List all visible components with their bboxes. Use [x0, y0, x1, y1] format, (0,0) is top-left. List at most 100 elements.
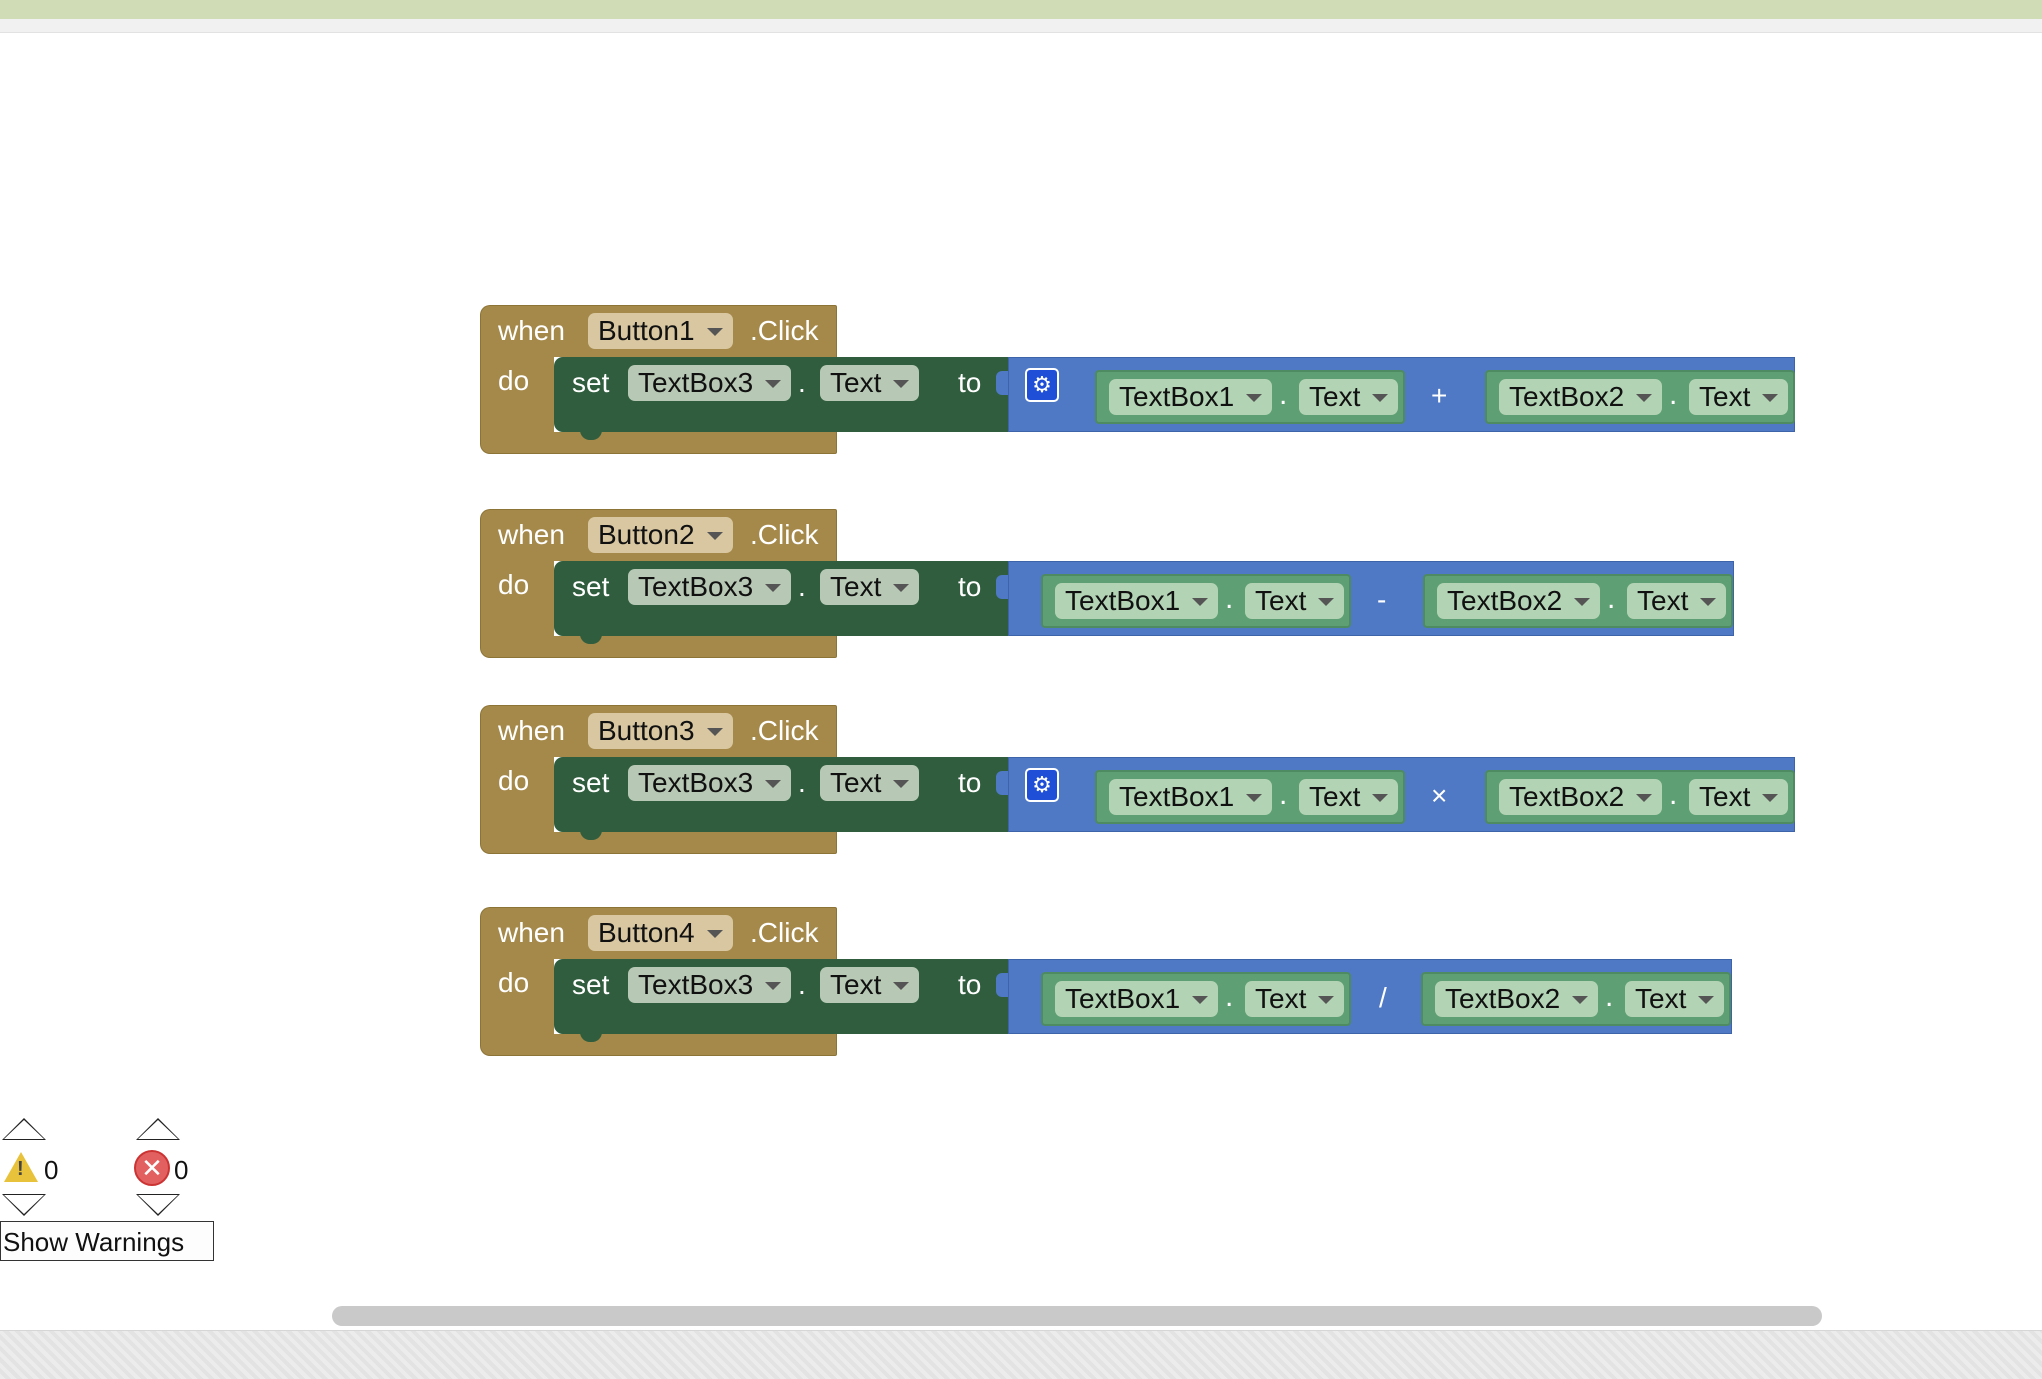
target-component-value: TextBox3: [638, 367, 754, 398]
property-dropdown[interactable]: Text: [1627, 583, 1727, 619]
button-dropdown-value: Button2: [598, 519, 695, 550]
component-dropdown[interactable]: TextBox1: [1055, 583, 1219, 619]
operator-symbol[interactable]: ×: [1431, 780, 1447, 812]
property-value: Text: [1255, 983, 1307, 1014]
component-getter-block[interactable]: TextBox2 . Text: [1485, 770, 1795, 824]
property-dropdown[interactable]: Text: [1245, 981, 1345, 1017]
component-dropdown[interactable]: TextBox1: [1109, 379, 1273, 415]
event-footer: [480, 432, 837, 454]
top-divider: [0, 19, 2042, 33]
component-getter-block[interactable]: TextBox1 . Text: [1041, 574, 1351, 628]
errors-next-arrow[interactable]: [136, 1194, 180, 1216]
set-label: set: [572, 767, 610, 798]
target-property-value: Text: [830, 367, 882, 398]
property-dropdown[interactable]: Text: [1299, 379, 1399, 415]
error-icon: ✕: [134, 1150, 170, 1186]
target-component-dropdown[interactable]: TextBox3: [628, 569, 792, 605]
gear-icon[interactable]: ⚙: [1025, 768, 1059, 802]
component-value: TextBox1: [1065, 585, 1181, 616]
errors-prev-arrow[interactable]: [136, 1118, 180, 1140]
target-component-dropdown[interactable]: TextBox3: [628, 967, 792, 1003]
set-block[interactable]: set TextBox3 . Text to: [554, 561, 1008, 644]
component-value: TextBox1: [1119, 381, 1235, 412]
property-value: Text: [1255, 585, 1307, 616]
component-dropdown[interactable]: TextBox2: [1499, 779, 1663, 815]
chevron-down-icon: [1636, 394, 1653, 402]
component-dropdown[interactable]: TextBox2: [1435, 981, 1599, 1017]
warning-icon: !: [4, 1152, 38, 1182]
target-component-dropdown[interactable]: TextBox3: [628, 365, 792, 401]
component-getter-block[interactable]: TextBox2 . Text: [1423, 574, 1733, 628]
set-block[interactable]: set TextBox3 . Text to: [554, 757, 1008, 840]
top-banner: [0, 0, 2042, 19]
chevron-down-icon: [1318, 996, 1335, 1004]
divide-operator-block[interactable]: TextBox1 . Text / TextBox2 . Text: [1008, 959, 1732, 1034]
when-label: when: [498, 315, 565, 346]
when-label: when: [498, 917, 565, 948]
component-dropdown[interactable]: TextBox2: [1437, 583, 1601, 619]
target-property-dropdown[interactable]: Text: [820, 765, 920, 801]
button-dropdown-value: Button1: [598, 315, 695, 346]
property-dropdown[interactable]: Text: [1245, 583, 1345, 619]
dot-separator: .: [1669, 778, 1678, 811]
target-property-dropdown[interactable]: Text: [820, 967, 920, 1003]
gear-icon[interactable]: ⚙: [1025, 368, 1059, 402]
chevron-down-icon: [1574, 598, 1591, 606]
chevron-down-icon: [893, 780, 910, 788]
do-label: do: [498, 365, 530, 396]
chevron-down-icon: [1762, 394, 1779, 402]
horizontal-scrollbar[interactable]: [332, 1306, 1822, 1326]
add-operator-block[interactable]: ⚙ TextBox1 . Text + TextBox2 . Text: [1008, 357, 1795, 432]
chevron-down-icon: [706, 532, 723, 540]
component-getter-block[interactable]: TextBox1 . Text: [1041, 972, 1351, 1026]
to-label: to: [958, 969, 982, 1000]
click-label: .Click: [750, 315, 819, 346]
target-property-value: Text: [830, 767, 882, 798]
property-value: Text: [1699, 781, 1751, 812]
target-property-value: Text: [830, 571, 882, 602]
dot-separator: .: [798, 367, 806, 398]
component-getter-block[interactable]: TextBox1 . Text: [1095, 770, 1405, 824]
component-dropdown[interactable]: TextBox1: [1109, 779, 1273, 815]
subtract-operator-block[interactable]: TextBox1 . Text - TextBox2 . Text: [1008, 561, 1734, 636]
target-property-dropdown[interactable]: Text: [820, 569, 920, 605]
button-dropdown[interactable]: Button3: [588, 713, 733, 749]
operator-symbol[interactable]: +: [1431, 380, 1447, 412]
click-label: .Click: [750, 917, 819, 948]
button-dropdown[interactable]: Button1: [588, 313, 733, 349]
warnings-prev-arrow[interactable]: [2, 1118, 46, 1140]
operator-symbol[interactable]: /: [1379, 982, 1387, 1014]
chevron-down-icon: [893, 380, 910, 388]
set-block[interactable]: set TextBox3 . Text to: [554, 959, 1008, 1042]
target-component-dropdown[interactable]: TextBox3: [628, 765, 792, 801]
button-dropdown[interactable]: Button2: [588, 517, 733, 553]
property-dropdown[interactable]: Text: [1299, 779, 1399, 815]
dot-separator: .: [1225, 582, 1234, 615]
chevron-down-icon: [893, 584, 910, 592]
property-value: Text: [1309, 781, 1361, 812]
component-value: TextBox2: [1445, 983, 1561, 1014]
component-dropdown[interactable]: TextBox1: [1055, 981, 1219, 1017]
to-label: to: [958, 367, 982, 398]
warnings-next-arrow[interactable]: [2, 1194, 46, 1216]
property-dropdown[interactable]: Text: [1625, 981, 1725, 1017]
property-dropdown[interactable]: Text: [1689, 779, 1789, 815]
dot-separator: .: [1225, 980, 1234, 1013]
chevron-down-icon: [1246, 394, 1263, 402]
component-getter-block[interactable]: TextBox1 . Text: [1095, 370, 1405, 424]
multiply-operator-block[interactable]: ⚙ TextBox1 . Text × TextBox2 . Text: [1008, 757, 1795, 832]
dot-separator: .: [1669, 378, 1678, 411]
button-dropdown[interactable]: Button4: [588, 915, 733, 951]
set-block[interactable]: set TextBox3 . Text to: [554, 357, 1008, 440]
dot-separator: .: [1607, 582, 1616, 615]
component-dropdown[interactable]: TextBox2: [1499, 379, 1663, 415]
property-dropdown[interactable]: Text: [1689, 379, 1789, 415]
show-warnings-button[interactable]: Show Warnings: [0, 1221, 214, 1261]
component-getter-block[interactable]: TextBox2 . Text: [1421, 972, 1731, 1026]
component-getter-block[interactable]: TextBox2 . Text: [1485, 370, 1795, 424]
blocks-workspace[interactable]: when Button1 .Click do set TextBox3 . Te…: [0, 33, 2042, 1328]
when-label: when: [498, 519, 565, 550]
operator-symbol[interactable]: -: [1377, 584, 1386, 616]
target-property-dropdown[interactable]: Text: [820, 365, 920, 401]
event-footer: [480, 636, 837, 658]
